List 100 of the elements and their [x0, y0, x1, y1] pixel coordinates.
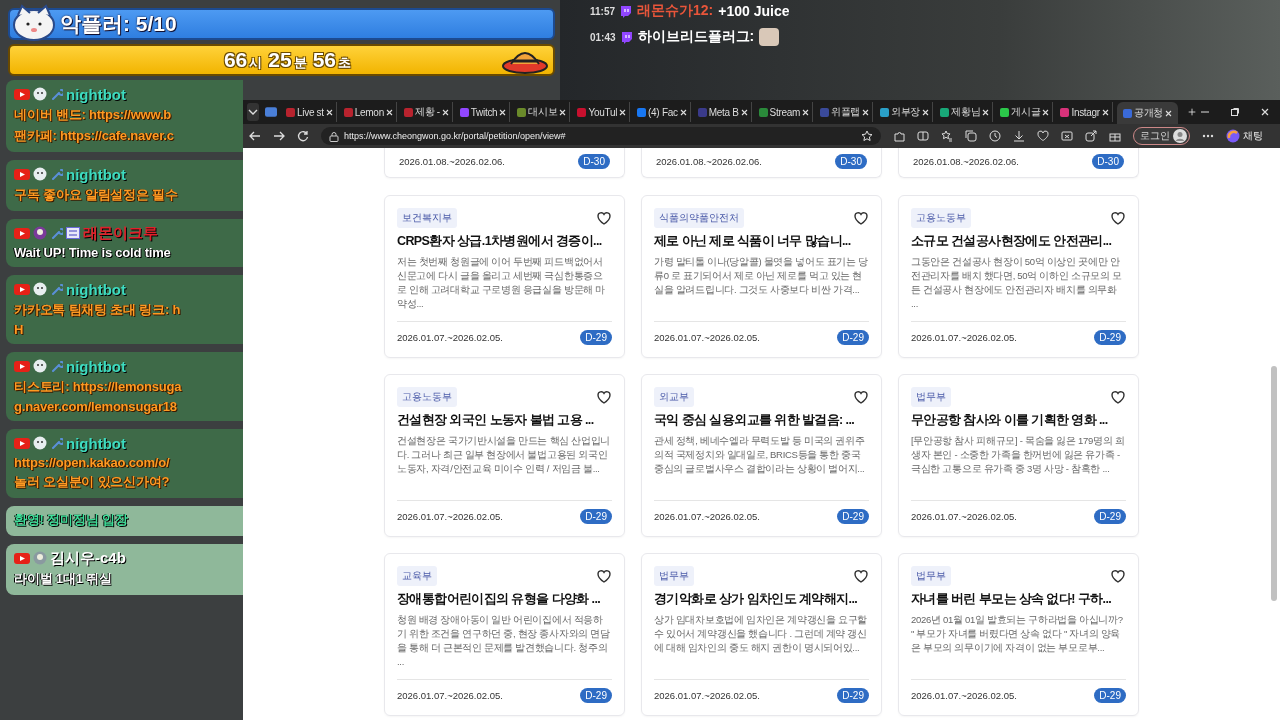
bot-avatar-icon: [33, 436, 47, 450]
back-icon[interactable]: [249, 130, 261, 142]
favicon-icon: [637, 107, 647, 117]
browser-tab[interactable]: Instagr: [1057, 102, 1113, 122]
agency-tag: 보건복지부: [397, 208, 457, 228]
card-summary: 상가 임대차보호법에 임차인은 계약갱신을 요구할 수 있어서 계약갱신을 했습니다 . 그런데 계약 갱신에 대해 임차인의 중도 해지 권한이 명시되어있...: [654, 613, 869, 655]
browser-tab[interactable]: Live st: [283, 102, 337, 122]
petition-card[interactable]: 법무부 경기악화로 상가 임차인도 계약해지... 상가 임대차보호법에 임차인은 계약갱신을 요구할 수 있어서 계약갱신을 했습니다 . 그런데 계약 갱신에 대해 임차인의 중도 해지 권한이 명시되어있... 2026.01.07.~2026.02.05. D-29: [641, 553, 882, 716]
close-icon[interactable]: [619, 108, 627, 116]
petition-card[interactable]: 외교부 국익 중심 실용외교를 위한 발걸음: ... 관세 정책, 베네수엘라 무력도발 등 미국의 권위주의적 국제정치와 일대일로, BRICS등을 통한 중국 중심의 글로벌사우스 결합이라는 상황이 벌어지... 2026.01.07.~2026.02.05. D-29: [641, 374, 882, 537]
youtube-icon: [14, 359, 30, 373]
bot-avatar-icon: [33, 282, 47, 296]
close-icon[interactable]: [679, 108, 687, 116]
date-range: 2026.01.07.~2026.02.05.: [654, 690, 760, 701]
heart-icon[interactable]: [596, 568, 612, 584]
browser-tab[interactable]: 대시보: [514, 102, 571, 122]
petition-card[interactable]: 법무부 무안공항 참사와 이를 기획한 영화 ... [무안공항 참사 피해규모] - 목숨을 잃은 179명의 희생자 본인 - 소중한 가족을 한꺼번에 잃은 유가족 - 극심한 고통으로 유가족 중 3명 사망 - 참혹한 ... 2026.01.07.~2026.02.05. D-29: [898, 374, 1139, 537]
petition-card[interactable]: 고용노동부 건설현장 외국인 노동자 불법 고용 ... 건설현장은 국가기반시설을 만드는 핵심 산업입니다. 그러나 최근 일부 현장에서 불법고용된 외국인 노동자, 자격/안전교육 미이수 인력 / 저임금 불... 2026.01.07.~2026.02.05. D-29: [384, 374, 625, 537]
browser-tab[interactable]: Lemon: [340, 102, 397, 122]
collections-icon[interactable]: [965, 130, 977, 142]
chat-username: nightbot: [66, 280, 126, 298]
close-icon[interactable]: [1165, 109, 1172, 117]
star-icon[interactable]: [861, 130, 873, 142]
close-icon[interactable]: [499, 108, 507, 116]
card-title: 국익 중심 실용외교를 위한 발걸음: ...: [654, 412, 856, 429]
browser-tab[interactable]: (4) Fac: [634, 102, 691, 122]
browser-tab[interactable]: 공개청: [1116, 102, 1178, 124]
close-icon[interactable]: [740, 108, 748, 116]
forward-icon[interactable]: [273, 130, 285, 142]
download-icon[interactable]: [1013, 130, 1025, 142]
heart-icon[interactable]: [853, 210, 869, 226]
heart-icon[interactable]: [1110, 568, 1126, 584]
date-range: 2026.01.07.~2026.02.05.: [397, 511, 503, 522]
favicon-icon: [697, 107, 707, 117]
address-bar[interactable]: https://www.cheongwon.go.kr/portal/petition/open/view#: [321, 127, 881, 145]
plus-icon[interactable]: [1188, 106, 1196, 118]
close-icon[interactable]: [1260, 107, 1270, 117]
favicon-icon: [403, 107, 413, 117]
tab-list-button[interactable]: [247, 103, 259, 121]
close-icon[interactable]: [862, 108, 870, 116]
heart-icon[interactable]: [596, 389, 612, 405]
petition-card[interactable]: 고용노동부 소규모 건설공사현장에도 안전관리... 그동안은 건설공사 현장이 50억 이상인 곳에만 안전관리자를 배치 했다면, 50억 이하인 소규모의 모든 건설공사 현장에도 안전관리자 배치를 의무화 ... 2026.01.07.~2026.02.05. D-29: [898, 195, 1139, 358]
browser-tab[interactable]: 위플랩: [817, 102, 874, 122]
chat-text: 라이벌 1대1 뛰실: [14, 570, 113, 588]
favorites-icon[interactable]: [941, 130, 953, 142]
browser-tab[interactable]: YouTul: [574, 102, 631, 122]
browser-tab[interactable]: Meta B: [694, 102, 752, 122]
chat-text: 환영! 정미정님 입장: [14, 511, 129, 529]
card-title: 소규모 건설공사현장에도 안전관리...: [911, 233, 1113, 250]
browser-tab[interactable]: 제황 -: [400, 102, 453, 122]
close-icon[interactable]: [1042, 108, 1050, 116]
agency-tag: 외교부: [654, 387, 694, 407]
heart-icon[interactable]: [1037, 130, 1049, 142]
scrollbar-thumb[interactable]: [1271, 366, 1277, 601]
chat-text: Wait UP! Time is cold time: [14, 245, 172, 260]
date-range: 2026.01.08.~2026.02.06.: [656, 156, 762, 167]
chat-time: 01:43: [590, 31, 616, 43]
favicon-icon: [1000, 107, 1010, 117]
member-badge-icon: [66, 227, 80, 239]
heart-icon[interactable]: [1110, 210, 1126, 226]
chevron-down-icon: [248, 109, 258, 115]
close-icon[interactable]: [922, 108, 930, 116]
twitch-icon: [620, 4, 633, 18]
login-button[interactable]: 로그인: [1133, 127, 1190, 145]
heart-icon[interactable]: [1110, 389, 1126, 405]
browser-tab[interactable]: 제황님: [937, 102, 994, 122]
close-icon[interactable]: [559, 108, 567, 116]
close-icon[interactable]: [802, 108, 809, 116]
petition-card[interactable]: 교육부 장애통합어린이집의 유형을 다양화 ... 청원 배경 장애아동이 일반 어린이집에서 적응하기 위한 조건을 연구하던 중, 현장 종사자와의 면담을 통해 더 근본적인 문제를 발견했습니다. 청주의 ... 2026.01.07.~2026.02.05. D-29: [384, 553, 625, 716]
browser-tab[interactable]: Twitch: [456, 102, 511, 122]
close-icon[interactable]: [325, 108, 333, 116]
heart-icon[interactable]: [596, 210, 612, 226]
deadline-badge: D-30: [835, 154, 867, 169]
petition-card[interactable]: 식품의약품안전처 제로 아닌 제로 식품이 너무 많습니... 가령 말티톨 이나(당알콜) 물엿을 넣어도 표기는 당류0 로 표기되어서 제로 아닌 제로를 먹고 있는 현실을 알려드립니다. 그것도 사중보다 비싼 가격... 2026.01.07.~2026.02.05. D-29: [641, 195, 882, 358]
chat-text: g.naver.com/lemonsugar18: [14, 399, 178, 414]
more-icon[interactable]: [1202, 134, 1214, 138]
close-icon[interactable]: [441, 108, 449, 116]
split-screen-icon[interactable]: [917, 130, 929, 142]
copilot-button[interactable]: 채팅: [1226, 129, 1263, 143]
lock-icon: [329, 130, 339, 142]
chat-text: 카카오톡 팀채팅 초대 링크: h: [14, 301, 182, 319]
close-icon[interactable]: [385, 108, 393, 116]
share-icon[interactable]: [1085, 130, 1097, 142]
browser-tab[interactable]: 게시글: [997, 102, 1054, 122]
agency-tag: 법무부: [911, 566, 951, 586]
refresh-icon[interactable]: [297, 130, 309, 142]
favicon-icon: [1122, 108, 1132, 118]
petition-card[interactable]: 보건복지부 CRPS환자 상급.1차병원에서 경증이... 저는 첫번째 청원글에 이어 두번째 피드백없어서 신문고에 다시 글을 올리고 세번째 극심한통증으로 인해 고려대학교 구로병원 응급실을 방문해 마약성... 2026.01.07.~2026.02.05. D-29: [384, 195, 625, 358]
chat-username: 래몬이크루: [83, 223, 158, 243]
browser-tab[interactable]: Stream: [755, 102, 813, 122]
avatar-icon: [1173, 129, 1187, 143]
restore-icon[interactable]: [1230, 107, 1240, 117]
heart-icon[interactable]: [853, 568, 869, 584]
petition-card[interactable]: 법무부 자녀를 버린 부모는 상속 없다! 구하... 2026년 01월 01일 발효되는 구하라법을 아십니까? " 부모가 자녀를 버렸다면 상속 없다 " 자녀의 양육은 부모의 의무이기에 자격이 없는 부모로부... 2026.01.07.~2026.02.05. D-29: [898, 553, 1139, 716]
favicon-icon: [1060, 107, 1070, 117]
close-icon[interactable]: [982, 108, 990, 116]
heart-icon[interactable]: [853, 389, 869, 405]
close-icon[interactable]: [1101, 108, 1109, 116]
history-icon[interactable]: [989, 130, 1001, 142]
browser-tab[interactable]: 외부장: [877, 102, 934, 122]
